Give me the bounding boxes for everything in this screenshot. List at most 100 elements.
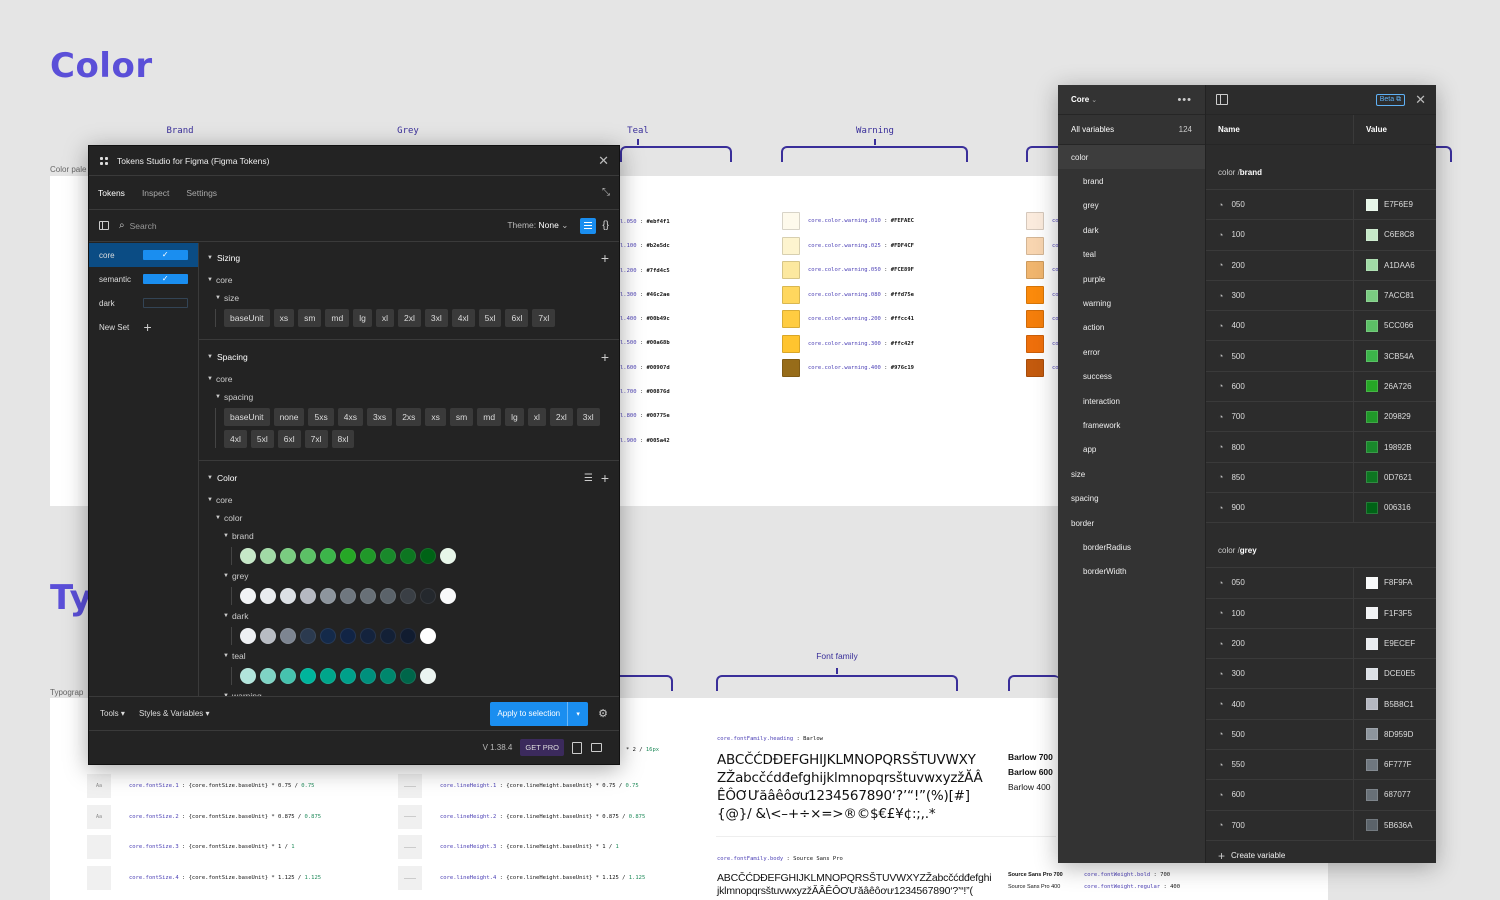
checkbox-icon[interactable] [142,298,188,308]
variable-row[interactable]: ◔ 700 5B636A [1206,810,1436,841]
color-swatch[interactable] [1366,698,1378,711]
plugin-titlebar[interactable]: Tokens Studio for Figma (Figma Tokens) ✕ [89,146,619,176]
token-pill[interactable]: lg [353,309,372,327]
feedback-icon[interactable] [591,743,602,752]
token-pill[interactable]: 3xs [366,408,393,426]
variable-value[interactable]: C6E8C8 [1384,230,1414,239]
color-swatch[interactable] [1366,198,1378,211]
color-token-swatch[interactable] [280,668,296,684]
variable-group-dark[interactable]: dark [1058,218,1205,242]
create-variable-button[interactable]: + Create variable [1206,841,1436,871]
color-swatch[interactable] [1366,788,1378,801]
variable-value[interactable]: 687077 [1384,790,1411,799]
color-swatch[interactable] [1366,607,1378,620]
color-token-swatch[interactable] [380,548,396,564]
variable-value[interactable]: 8D959D [1384,730,1413,739]
token-pill[interactable]: 3xl [424,309,448,327]
variable-value[interactable]: B5B8C1 [1384,700,1414,709]
color-token-swatch[interactable] [240,668,256,684]
token-pill[interactable]: none [273,408,305,426]
color-token-swatch[interactable] [320,588,336,604]
color-token-swatch[interactable] [240,628,256,644]
color-swatch[interactable] [1366,319,1378,332]
color-token-swatch[interactable] [420,588,436,604]
color-token-swatch[interactable] [360,588,376,604]
token-pill[interactable]: 2xl [549,408,573,426]
token-pill[interactable]: 2xs [396,408,422,426]
color-token-swatch[interactable] [320,668,336,684]
panel-toggle-icon[interactable] [1216,94,1228,105]
tree-node-brand[interactable]: ▼ brand [207,529,609,542]
search-input[interactable] [129,220,508,231]
token-pill[interactable]: 6xl [277,430,301,448]
color-token-swatch[interactable] [240,548,256,564]
variable-row[interactable]: ◔ 900 006316 [1206,492,1436,524]
token-pill[interactable]: xs [425,408,446,426]
variable-group-warning[interactable]: warning [1058,291,1205,315]
color-token-swatch[interactable] [340,668,356,684]
list-icon[interactable]: ☰ [584,473,593,484]
variable-row[interactable]: ◔ 050 E7F6E9 [1206,190,1436,221]
color-token-swatch[interactable] [280,588,296,604]
tab-tokens[interactable]: Tokens [98,188,125,198]
color-swatch[interactable] [1366,728,1378,741]
color-token-swatch[interactable] [420,628,436,644]
tree-node-warning[interactable]: ▼ warning [207,689,609,697]
color-swatch[interactable] [1366,471,1378,484]
more-icon[interactable]: ••• [1177,94,1192,106]
token-pill[interactable]: xl [527,408,546,426]
variable-group-framework[interactable]: framework [1058,413,1205,437]
variable-row[interactable]: ◔ 850 0D7621 [1206,462,1436,493]
color-swatch[interactable] [1366,259,1378,272]
token-pill[interactable]: 5xl [250,430,274,448]
variable-group-success[interactable]: success [1058,365,1205,389]
get-pro-button[interactable]: GET PRO [520,739,564,756]
token-set-semantic[interactable]: semantic ✓ [89,267,198,291]
color-token-swatch[interactable] [240,588,256,604]
variable-value[interactable]: 3CB54A [1384,352,1414,361]
variable-row[interactable]: ◔ 200 A1DAA6 [1206,250,1436,281]
sidebar-toggle-icon[interactable] [99,221,109,230]
variable-row[interactable]: ◔ 600 26A726 [1206,371,1436,403]
tree-node-core[interactable]: ▼ core [207,273,609,286]
token-pill[interactable]: md [477,408,502,426]
variable-value[interactable]: F8F9FA [1384,578,1412,587]
variable-value[interactable]: DCE0E5 [1384,669,1415,678]
color-token-swatch[interactable] [360,668,376,684]
color-token-swatch[interactable] [260,588,276,604]
token-pill[interactable]: md [325,309,350,327]
variable-group-borderWidth[interactable]: borderWidth [1058,560,1205,584]
variable-value[interactable]: 7ACC81 [1384,291,1414,300]
color-token-swatch[interactable] [260,548,276,564]
color-token-swatch[interactable] [280,548,296,564]
variable-value[interactable]: E9ECEF [1384,639,1415,648]
color-swatch[interactable] [1366,350,1378,363]
variable-row[interactable]: ◔ 400 5CC066 [1206,311,1436,342]
variable-row[interactable]: ◔ 200 E9ECEF [1206,628,1436,660]
collection-selector[interactable]: Core ⌄ [1071,95,1097,104]
color-token-swatch[interactable] [400,588,416,604]
variable-group-border[interactable]: border [1058,511,1205,535]
token-pill[interactable]: 5xl [478,309,502,327]
variable-row[interactable]: ◔ 800 19892B [1206,432,1436,463]
tree-node-grey[interactable]: ▼ grey [207,569,609,582]
color-token-swatch[interactable] [340,588,356,604]
color-swatch[interactable] [1366,758,1378,771]
variable-group-teal[interactable]: teal [1058,243,1205,267]
token-pill[interactable]: lg [505,408,524,426]
color-token-swatch[interactable] [400,668,416,684]
color-token-swatch[interactable] [260,668,276,684]
gear-icon[interactable]: ⚙ [598,707,608,720]
checkbox-icon[interactable]: ✓ [142,250,188,260]
tab-inspect[interactable]: Inspect [142,188,169,198]
variable-row[interactable]: ◔ 300 7ACC81 [1206,280,1436,312]
apply-to-selection-button[interactable]: Apply to selection ▾ [490,701,589,726]
list-view-icon[interactable] [580,217,597,234]
color-token-swatch[interactable] [420,548,436,564]
variable-value[interactable]: 209829 [1384,412,1411,421]
color-token-swatch[interactable] [440,588,456,604]
variable-group-size[interactable]: size [1058,462,1205,486]
tree-node-teal[interactable]: ▼ teal [207,649,609,662]
color-token-swatch[interactable] [420,668,436,684]
token-pill[interactable]: xs [273,309,295,327]
